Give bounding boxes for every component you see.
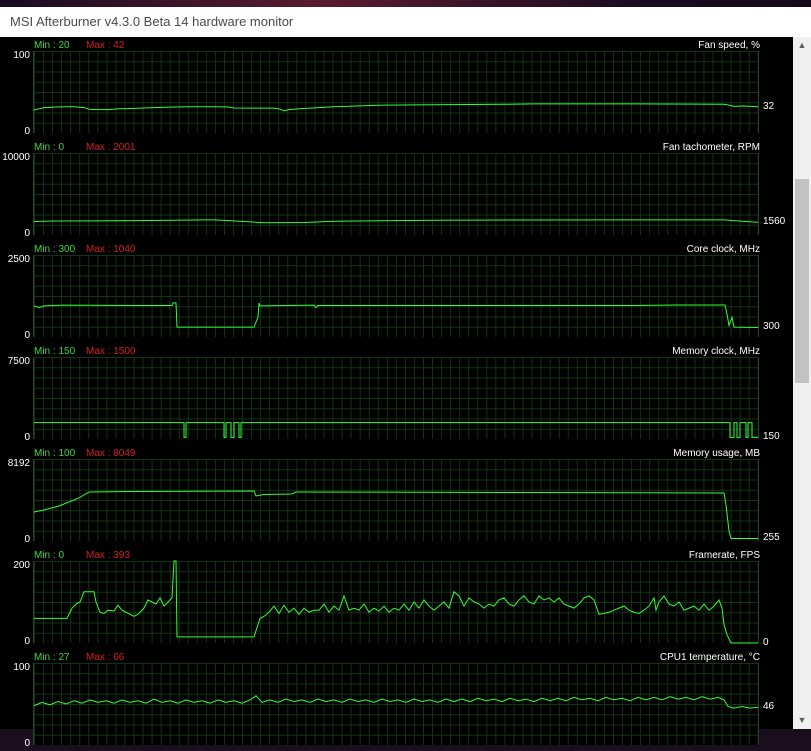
graph-current-value: 150 (763, 431, 780, 443)
graph-plot (33, 153, 759, 235)
graph-panel[interactable]: Min : 150 Max : 1500 Memory clock, MHz 7500… (0, 343, 793, 445)
graph-min-label: Min : 100 (34, 448, 76, 459)
chevron-up-icon[interactable]: ▲ (793, 37, 811, 54)
graph-y-min-label: 0 (24, 330, 30, 341)
graph-plot (33, 51, 759, 133)
graph-y-max-label: 200 (13, 560, 30, 571)
graph-panel[interactable]: Min : 300 Max : 1040 Core clock, MHz 2500 0 3… (0, 241, 793, 343)
graph-max-label: Max : 1500 (86, 346, 136, 357)
graph-y-max-label: 7500 (7, 356, 30, 367)
chevron-down-icon[interactable]: ▼ (793, 712, 811, 729)
graph-svg (33, 695, 759, 709)
graph-plot (33, 255, 759, 337)
graph-series-line (34, 422, 758, 438)
hardware-monitor-window: MSI Afterburner v4.3.0 Beta 14 hardware … (0, 7, 811, 749)
graph-current-value: 300 (763, 321, 780, 333)
graph-max-label: Max : 42 (86, 40, 125, 51)
graph-min-label: Min : 150 (34, 346, 76, 357)
graph-panel[interactable]: Min : 0 Max : 2001 Fan tachometer, RPM 1000… (0, 139, 793, 241)
graph-area[interactable]: Min : 20 Max : 42 Fan speed, % 100 0 32 Min : … (0, 37, 793, 749)
graph-svg (33, 490, 758, 539)
graph-y-min-label: 0 (24, 126, 30, 137)
graph-current-value: 32 (763, 100, 775, 112)
graph-y-min-label: 0 (24, 636, 30, 647)
graph-name: Framerate, FPS (688, 550, 760, 561)
graph-series-line (33, 490, 758, 539)
graph-y-max-label: 100 (13, 50, 30, 61)
graph-y-min-label: 0 (24, 738, 30, 749)
graph-min-label: Min : 20 (34, 40, 70, 51)
scrollbar-thumb[interactable] (795, 179, 809, 383)
graph-panel[interactable]: Min : 20 Max : 42 Fan speed, % 100 0 32 (0, 37, 793, 139)
graph-max-label: Max : 8049 (86, 448, 136, 459)
graph-panel[interactable]: Min : 27 Max : 66 CPU1 temperature, °C 100 0… (0, 649, 793, 751)
graph-y-min-label: 0 (24, 432, 30, 443)
graph-name: Memory clock, MHz (672, 346, 760, 357)
graph-series-line (33, 695, 759, 709)
vertical-scrollbar[interactable]: ▲ ▼ (793, 37, 811, 729)
graph-max-label: Max : 2001 (86, 142, 136, 153)
graph-series-line (33, 103, 759, 112)
graph-y-max-label: 8192 (7, 458, 30, 469)
graph-plot (33, 357, 759, 439)
graph-current-value: 1560 (763, 216, 786, 228)
graph-min-label: Min : 0 (34, 550, 65, 561)
graph-name: CPU1 temperature, °C (659, 652, 760, 663)
graph-svg (33, 219, 759, 224)
graph-svg (34, 422, 758, 438)
graph-y-max-label: 100 (13, 662, 30, 673)
graph-panel[interactable]: Min : 0 Max : 393 Framerate, FPS 200 0 0 (0, 547, 793, 649)
graph-series-line (33, 302, 759, 328)
graph-y-max-label: 10000 (2, 152, 30, 163)
graph-series-line (33, 219, 759, 224)
graph-min-label: Min : 27 (34, 652, 70, 663)
graph-current-value: 0 (763, 637, 769, 648)
graph-plot (33, 459, 759, 541)
graph-name: Fan tachometer, RPM (662, 142, 760, 153)
graph-name: Fan speed, % (698, 40, 760, 51)
graph-max-label: Max : 1040 (86, 244, 136, 255)
graph-name: Core clock, MHz (686, 244, 760, 255)
graph-plot (33, 560, 759, 644)
graph-current-value: 255 (763, 532, 780, 544)
graph-svg (34, 560, 758, 644)
title-bar[interactable]: MSI Afterburner v4.3.0 Beta 14 hardware … (0, 7, 811, 37)
graph-plot (33, 663, 759, 745)
graph-series-line (34, 560, 758, 644)
graph-svg (33, 302, 759, 328)
graph-y-max-label: 2500 (7, 254, 30, 265)
graph-name: Memory usage, MB (673, 448, 760, 459)
graph-panel[interactable]: Min : 100 Max : 8049 Memory usage, MB 8192 0… (0, 445, 793, 547)
graph-current-value: 46 (763, 701, 775, 713)
graph-min-label: Min : 0 (34, 142, 65, 153)
graph-max-label: Max : 66 (86, 652, 125, 663)
graph-svg (33, 103, 759, 112)
graph-y-min-label: 0 (24, 228, 30, 239)
window-title: MSI Afterburner v4.3.0 Beta 14 hardware … (10, 14, 294, 29)
graph-y-min-label: 0 (24, 534, 30, 545)
graph-max-label: Max : 393 (86, 550, 130, 561)
graph-min-label: Min : 300 (34, 244, 76, 255)
